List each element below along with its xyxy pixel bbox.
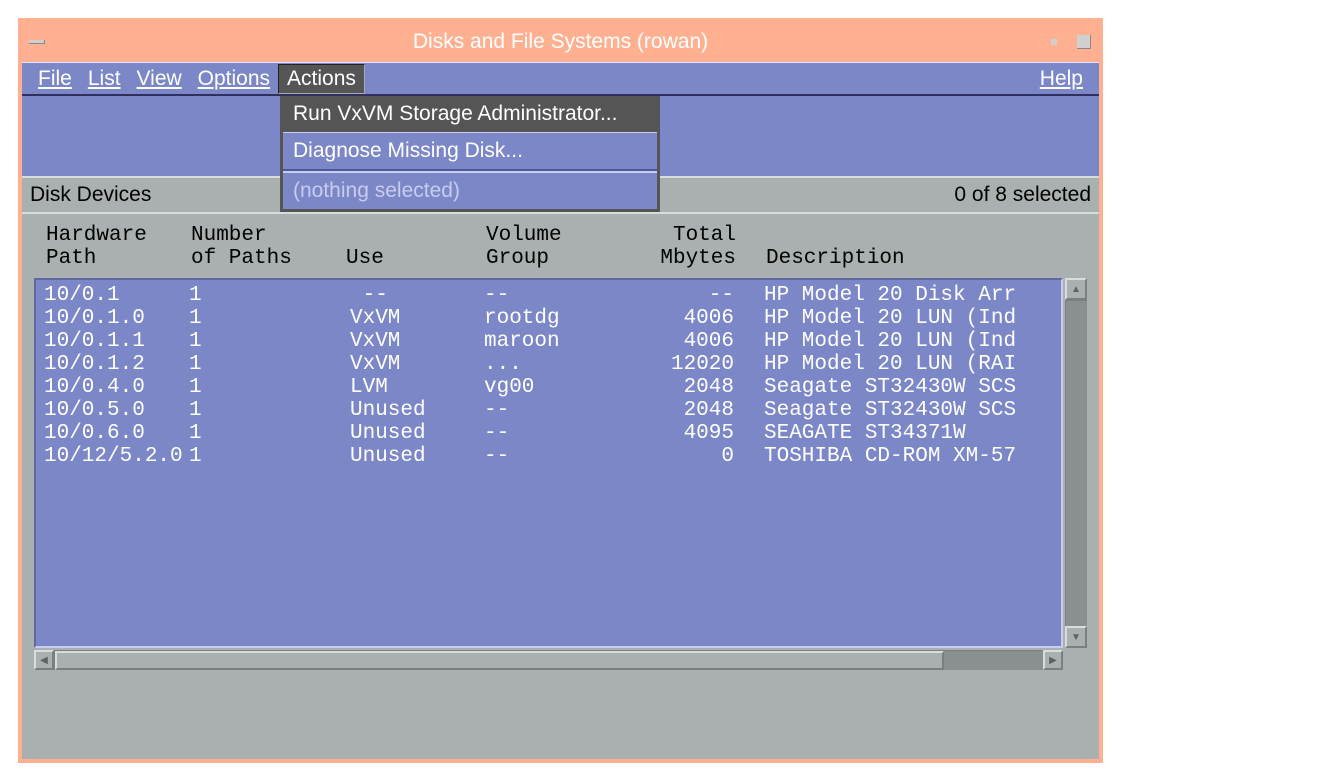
menu-file[interactable]: File [30,65,80,93]
dropdown-diagnose-disk[interactable]: Diagnose Missing Disk... [283,132,657,170]
hscroll-thumb[interactable] [55,651,944,670]
cell-vg: -- [484,399,619,422]
cell-desc: HP Model 20 LUN (Ind [764,307,1063,330]
cell-desc: SEAGATE ST34371W [764,422,1063,445]
scroll-up-button[interactable]: ▲ [1065,278,1087,300]
cell-hw-path: 10/0.1 [44,284,189,307]
cell-hw-path: 10/0.1.2 [44,353,189,376]
menu-view[interactable]: View [129,65,190,93]
menu-bar: File List View Options Actions Help Run … [22,62,1099,95]
cell-use: VxVM [344,307,484,330]
cell-hw-path: 10/0.6.0 [44,422,189,445]
cell-desc: HP Model 20 Disk Arr [764,284,1063,307]
col-total-l1: Total [673,224,736,247]
table-row[interactable]: 10/0.5.01Unused--2048Seagate ST32430W SC… [44,399,1053,422]
cell-num-paths: 1 [189,330,344,353]
cell-desc: Seagate ST32430W SCS [764,399,1063,422]
cell-vg: vg00 [484,376,619,399]
cell-num-paths: 1 [189,399,344,422]
table-row[interactable]: 10/0.1.11VxVMmaroon4006HP Model 20 LUN (… [44,330,1053,353]
content-area: HardwarePath Numberof Paths Use VolumeGr… [22,214,1099,676]
vertical-scrollbar[interactable]: ▲ ▼ [1065,278,1087,648]
menu-list[interactable]: List [80,65,129,93]
table-row[interactable]: 10/0.11 ------HP Model 20 Disk Arr [44,284,1053,307]
cell-vg: maroon [484,330,619,353]
window-title: Disks and File Systems (rowan) [413,30,708,54]
cell-hw-path: 10/12/5.2.0 [44,445,189,468]
cell-use: -- [344,284,484,307]
cell-num-paths: 1 [189,284,344,307]
cell-num-paths: 1 [189,445,344,468]
menu-help[interactable]: Help [1032,65,1091,93]
col-hw-path-l1: Hardware [46,224,147,247]
maximize-button[interactable] [1069,22,1099,62]
table-row[interactable]: 10/0.4.01LVMvg002048Seagate ST32430W SCS [44,376,1053,399]
col-desc: Description [766,247,905,270]
cell-desc: HP Model 20 LUN (RAI [764,353,1063,376]
table-row[interactable]: 10/0.6.01Unused--4095SEAGATE ST34371W [44,422,1053,445]
cell-vg: -- [484,422,619,445]
cell-num-paths: 1 [189,376,344,399]
cell-mbytes: 4006 [619,330,764,353]
table-body[interactable]: 10/0.11 ------HP Model 20 Disk Arr10/0.1… [34,278,1063,648]
app-window: Disks and File Systems (rowan) File List… [18,18,1103,763]
cell-desc: Seagate ST32430W SCS [764,376,1063,399]
scroll-down-button[interactable]: ▼ [1065,626,1087,648]
table-row[interactable]: 10/0.1.01VxVMrootdg4006HP Model 20 LUN (… [44,307,1053,330]
table-header: HardwarePath Numberof Paths Use VolumeGr… [32,220,1089,278]
dropdown-run-vxvm[interactable]: Run VxVM Storage Administrator... [283,96,657,132]
cell-vg: ... [484,353,619,376]
cell-mbytes: -- [619,284,764,307]
cell-mbytes: 4006 [619,307,764,330]
col-use: Use [346,247,384,270]
table-row[interactable]: 10/0.1.21VxVM...12020HP Model 20 LUN (RA… [44,353,1053,376]
cell-mbytes: 4095 [619,422,764,445]
cell-use: LVM [344,376,484,399]
col-hw-path-l2: Path [46,247,96,270]
hscroll-track[interactable] [54,650,1043,670]
cell-num-paths: 1 [189,307,344,330]
cell-vg: -- [484,284,619,307]
cell-use: Unused [344,399,484,422]
cell-desc: TOSHIBA CD-ROM XM-57 [764,445,1063,468]
cell-hw-path: 10/0.4.0 [44,376,189,399]
cell-hw-path: 10/0.1.1 [44,330,189,353]
cell-num-paths: 1 [189,422,344,445]
cell-use: Unused [344,422,484,445]
scroll-left-button[interactable]: ◀ [34,650,54,670]
cell-desc: HP Model 20 LUN (Ind [764,330,1063,353]
table-row[interactable]: 10/12/5.2.01Unused--0TOSHIBA CD-ROM XM-5… [44,445,1053,468]
selection-status: 0 of 8 selected [954,183,1091,207]
title-bar: Disks and File Systems (rowan) [22,22,1099,62]
cell-use: VxVM [344,353,484,376]
cell-vg: -- [484,445,619,468]
col-num-l1: Number [191,224,267,247]
cell-use: Unused [344,445,484,468]
minimize-button[interactable] [1039,22,1069,62]
dropdown-nothing-selected: (nothing selected) [283,173,657,209]
col-total-l2: Mbytes [660,247,736,270]
cell-mbytes: 0 [619,445,764,468]
vscroll-track[interactable] [1065,300,1087,626]
cell-mbytes: 12020 [619,353,764,376]
cell-mbytes: 2048 [619,399,764,422]
scroll-right-button[interactable]: ▶ [1043,650,1063,670]
col-vg-l1: Volume [486,224,562,247]
actions-dropdown: Run VxVM Storage Administrator... Diagno… [280,96,660,212]
col-num-l2: of Paths [191,247,292,270]
cell-num-paths: 1 [189,353,344,376]
system-menu-button[interactable] [22,22,52,62]
horizontal-scrollbar[interactable]: ◀ ▶ [34,650,1063,670]
menu-options[interactable]: Options [190,65,278,93]
cell-hw-path: 10/0.5.0 [44,399,189,422]
menu-actions[interactable]: Actions [278,64,365,94]
cell-mbytes: 2048 [619,376,764,399]
col-vg-l2: Group [486,247,549,270]
cell-vg: rootdg [484,307,619,330]
cell-hw-path: 10/0.1.0 [44,307,189,330]
section-title: Disk Devices [30,183,151,207]
cell-use: VxVM [344,330,484,353]
